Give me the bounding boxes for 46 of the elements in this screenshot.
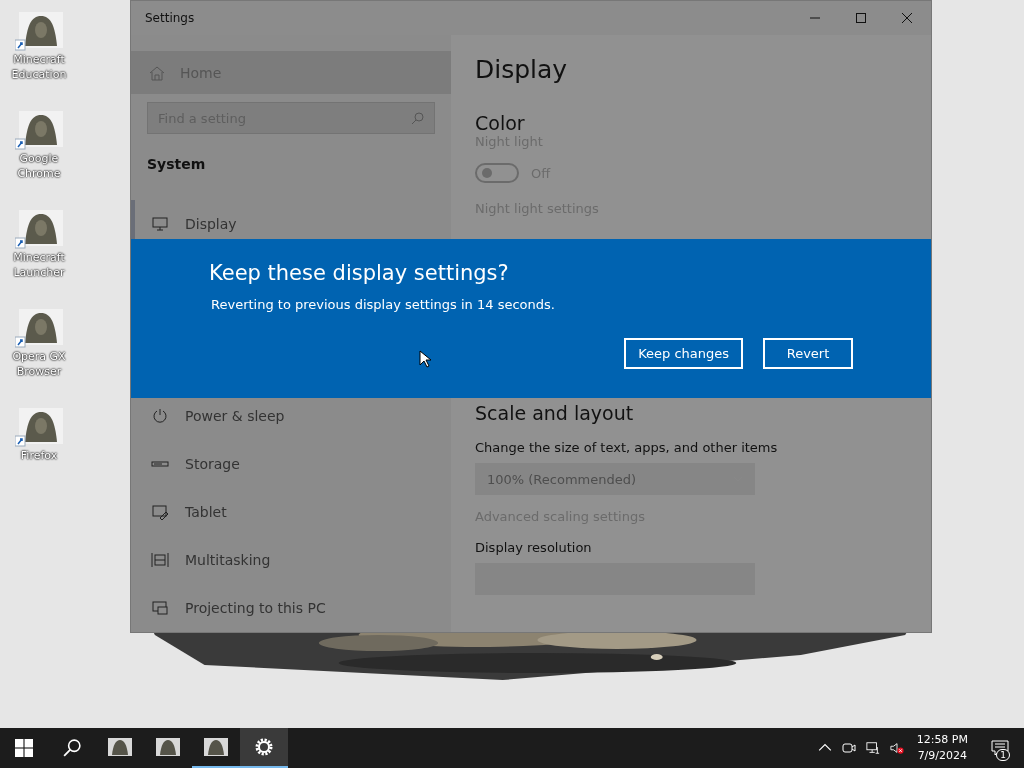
nav-item[interactable]: Storage	[131, 440, 451, 488]
maximize-icon[interactable]	[855, 12, 867, 24]
statue-icon[interactable]	[15, 111, 63, 151]
shortcut-label[interactable]: Opera GX Browser	[4, 349, 74, 379]
shortcut-label[interactable]: Minecraft Education	[4, 52, 74, 82]
nav-item[interactable]: Power & sleep	[131, 392, 451, 440]
shortcut-label[interactable]: Google Chrome	[4, 151, 74, 181]
statue-icon[interactable]	[15, 408, 63, 448]
statue-icon[interactable]	[15, 309, 63, 349]
network-icon[interactable]	[865, 741, 880, 755]
start-icon[interactable]	[15, 739, 33, 757]
shortcut-label[interactable]: Minecraft Launcher	[4, 250, 74, 280]
search-icon[interactable]	[63, 739, 81, 757]
muted-volume-icon[interactable]	[889, 741, 904, 755]
toggle-switch[interactable]	[475, 163, 519, 183]
nav-item[interactable]: Multitasking	[131, 536, 451, 584]
tablet-icon	[151, 503, 169, 521]
close-icon[interactable]	[901, 12, 913, 24]
shortcut-label[interactable]: Firefox	[4, 448, 74, 463]
display-icon	[151, 215, 169, 233]
gear-icon[interactable]	[240, 728, 288, 768]
window-title: Settings	[145, 11, 195, 25]
clock[interactable]: 12:58 PM 7/9/2024	[908, 732, 976, 764]
section-heading: System	[147, 156, 207, 172]
nav-item[interactable]: Tablet	[131, 488, 451, 536]
section-heading: Color	[475, 112, 525, 134]
dialog-button[interactable]: Revert	[763, 338, 853, 369]
multitasking-icon	[151, 551, 169, 569]
dialog-title: Keep these display settings?	[209, 261, 510, 285]
notification-count: 1	[996, 749, 1010, 761]
nav-item[interactable]: Projecting to this PC	[131, 584, 451, 632]
statue-icon[interactable]	[15, 12, 63, 52]
notification-icon[interactable]	[991, 740, 1009, 756]
power-icon	[151, 407, 169, 425]
statue-icon[interactable]	[15, 210, 63, 250]
setting-label: Change the size of text, apps, and other items	[475, 440, 778, 455]
camera-icon[interactable]	[841, 741, 856, 755]
cursor-icon	[419, 350, 431, 368]
section-heading: Scale and layout	[475, 402, 634, 424]
dialog-message: Reverting to previous display settings in 14 seconds.	[210, 297, 556, 312]
projecting-icon	[151, 599, 169, 617]
scale-dropdown[interactable]: 100% (Recommended)	[475, 463, 755, 495]
dialog-button[interactable]: Keep changes	[624, 338, 743, 369]
setting-label: Display resolution	[475, 540, 592, 555]
page-title: Display	[475, 55, 568, 84]
search-icon	[411, 111, 425, 125]
